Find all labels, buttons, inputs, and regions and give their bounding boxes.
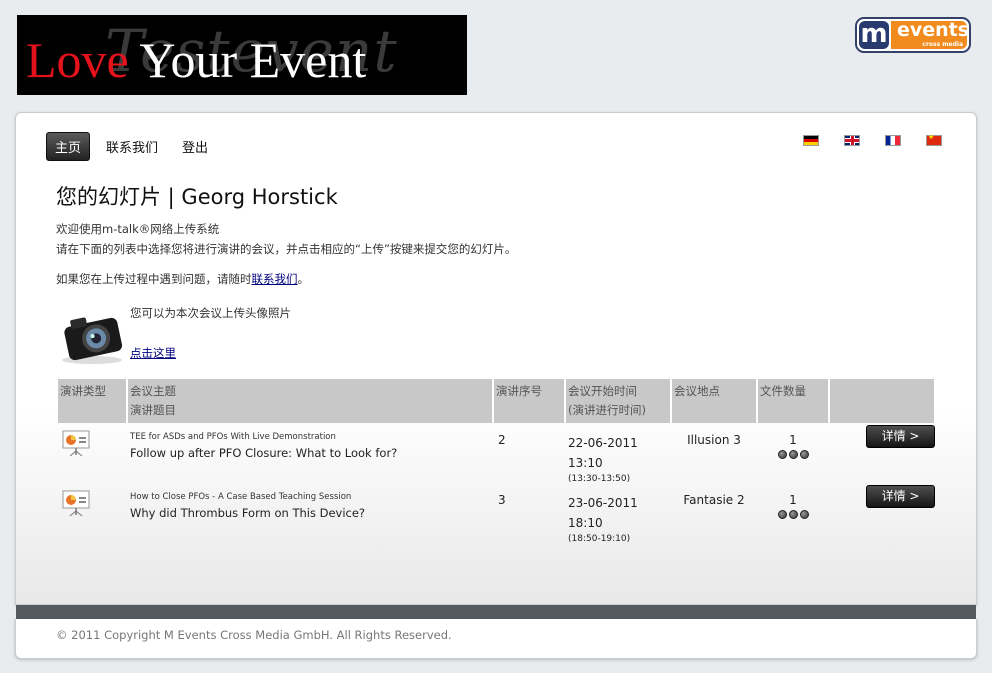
main-nav: 主页 联系我们 登出 bbox=[46, 132, 224, 161]
row-type-cell bbox=[58, 483, 126, 543]
row-actions-cell: 详情 > bbox=[830, 423, 935, 483]
talk-title: Why did Thrombus Form on This Device? bbox=[130, 506, 366, 520]
banner-love: Love bbox=[26, 32, 129, 88]
status-dots-icon bbox=[758, 450, 828, 459]
row-type-cell bbox=[58, 423, 126, 483]
photo-upload-link[interactable]: 点击这里 bbox=[130, 345, 176, 361]
problem-prefix: 如果您在上传过程中遇到问题，请随时 bbox=[56, 272, 252, 286]
contact-link[interactable]: 联系我们 bbox=[252, 272, 298, 286]
status-dots-icon bbox=[758, 510, 828, 519]
file-count-cell: 1 bbox=[758, 483, 828, 543]
header-actions bbox=[830, 379, 934, 423]
problem-suffix: 。 bbox=[297, 272, 310, 286]
talk-title: Follow up after PFO Closure: What to Loo… bbox=[130, 446, 398, 460]
session-name: How to Close PFOs - A Case Based Teachin… bbox=[130, 492, 352, 502]
header-location: 会议地点 bbox=[672, 379, 756, 423]
logo-letter: m bbox=[859, 19, 889, 49]
talk-time: 18:10 bbox=[568, 516, 603, 530]
details-button[interactable]: 详情 > bbox=[866, 485, 935, 508]
table-header: 演讲类型 会议主题 演讲题目 演讲序号 会议开始时间 (演讲进行时间) 会议地点… bbox=[58, 379, 936, 423]
logo-subtitle: cross media bbox=[922, 41, 963, 48]
copyright-text: © 2011 Copyright M Events Cross Media Gm… bbox=[56, 628, 452, 642]
m-events-logo: m events cross media bbox=[855, 17, 971, 53]
photo-upload-text: 您可以为本次会议上传头像照片 bbox=[130, 306, 291, 320]
camera-icon bbox=[62, 317, 123, 364]
welcome-text: 欢迎使用m-talk®网络上传系统 bbox=[56, 222, 220, 236]
page-title: 您的幻灯片 | Georg Horstick bbox=[56, 185, 338, 209]
header-time-label: (演讲进行时间) bbox=[568, 403, 646, 417]
talk-number: 2 bbox=[498, 433, 506, 447]
main-panel: 主页 联系我们 登出 您的幻灯片 | Georg Horstick 欢迎使用m-… bbox=[15, 112, 977, 605]
presentation-icon bbox=[62, 490, 90, 517]
file-count: 1 bbox=[789, 493, 797, 507]
talk-time: 13:10 bbox=[568, 456, 603, 470]
header-start: 会议开始时间 (演讲进行时间) bbox=[566, 379, 670, 423]
problem-text: 如果您在上传过程中遇到问题，请随时联系我们。 bbox=[56, 271, 309, 287]
talk-location: Illusion 3 bbox=[687, 433, 741, 447]
french-flag-icon[interactable] bbox=[885, 135, 901, 146]
header-type: 演讲类型 bbox=[58, 379, 126, 423]
talk-slot: (18:50-19:10) bbox=[568, 534, 631, 544]
nav-home[interactable]: 主页 bbox=[46, 132, 91, 161]
table-row: TEE for ASDs and PFOs With Live Demonstr… bbox=[58, 423, 936, 484]
footer-divider bbox=[16, 605, 976, 619]
table-row: How to Close PFOs - A Case Based Teachin… bbox=[58, 483, 936, 544]
footer: © 2011 Copyright M Events Cross Media Gm… bbox=[15, 619, 977, 659]
logo-wordmark: events cross media bbox=[891, 19, 970, 49]
talk-datetime: 23-06-2011 18:10 (18:50-19:10) bbox=[566, 483, 670, 544]
language-switcher bbox=[778, 133, 942, 146]
banner-rest: Your Event bbox=[139, 32, 367, 88]
presentations-table: 演讲类型 会议主题 演讲题目 演讲序号 会议开始时间 (演讲进行时间) 会议地点… bbox=[58, 379, 936, 544]
row-actions-cell: 详情 > bbox=[830, 483, 935, 543]
talk-date: 23-06-2011 bbox=[568, 496, 638, 510]
row-topic-cell: How to Close PFOs - A Case Based Teachin… bbox=[128, 483, 492, 543]
file-count-cell: 1 bbox=[758, 423, 828, 483]
logo-word: events bbox=[897, 19, 970, 41]
talk-number: 3 bbox=[498, 493, 506, 507]
talk-location: Fantasie 2 bbox=[683, 493, 745, 507]
nav-contact[interactable]: 联系我们 bbox=[98, 133, 166, 160]
header-title-label: 演讲题目 bbox=[130, 403, 176, 417]
header-topic-label: 会议主题 bbox=[130, 384, 176, 398]
talk-date: 22-06-2011 bbox=[568, 436, 638, 450]
presentation-icon bbox=[62, 430, 90, 457]
header-start-label: 会议开始时间 bbox=[568, 384, 637, 398]
header-seq: 演讲序号 bbox=[494, 379, 564, 423]
banner-title: Love Your Event bbox=[26, 31, 366, 89]
file-count: 1 bbox=[789, 433, 797, 447]
german-flag-icon[interactable] bbox=[803, 135, 819, 146]
header-files: 文件数量 bbox=[758, 379, 828, 423]
event-banner: Testevent Love Your Event bbox=[17, 15, 467, 95]
details-button[interactable]: 详情 > bbox=[866, 425, 935, 448]
header-topic: 会议主题 演讲题目 bbox=[128, 379, 492, 423]
nav-logout[interactable]: 登出 bbox=[174, 133, 216, 160]
talk-datetime: 22-06-2011 13:10 (13:30-13:50) bbox=[566, 423, 670, 484]
row-topic-cell: TEE for ASDs and PFOs With Live Demonstr… bbox=[128, 423, 492, 483]
uk-flag-icon[interactable] bbox=[844, 135, 860, 146]
instructions-text: 请在下面的列表中选择您将进行演讲的会议，并点击相应的“上传”按键来提交您的幻灯片… bbox=[56, 242, 517, 256]
chinese-flag-icon[interactable] bbox=[926, 133, 942, 146]
session-name: TEE for ASDs and PFOs With Live Demonstr… bbox=[130, 432, 336, 442]
